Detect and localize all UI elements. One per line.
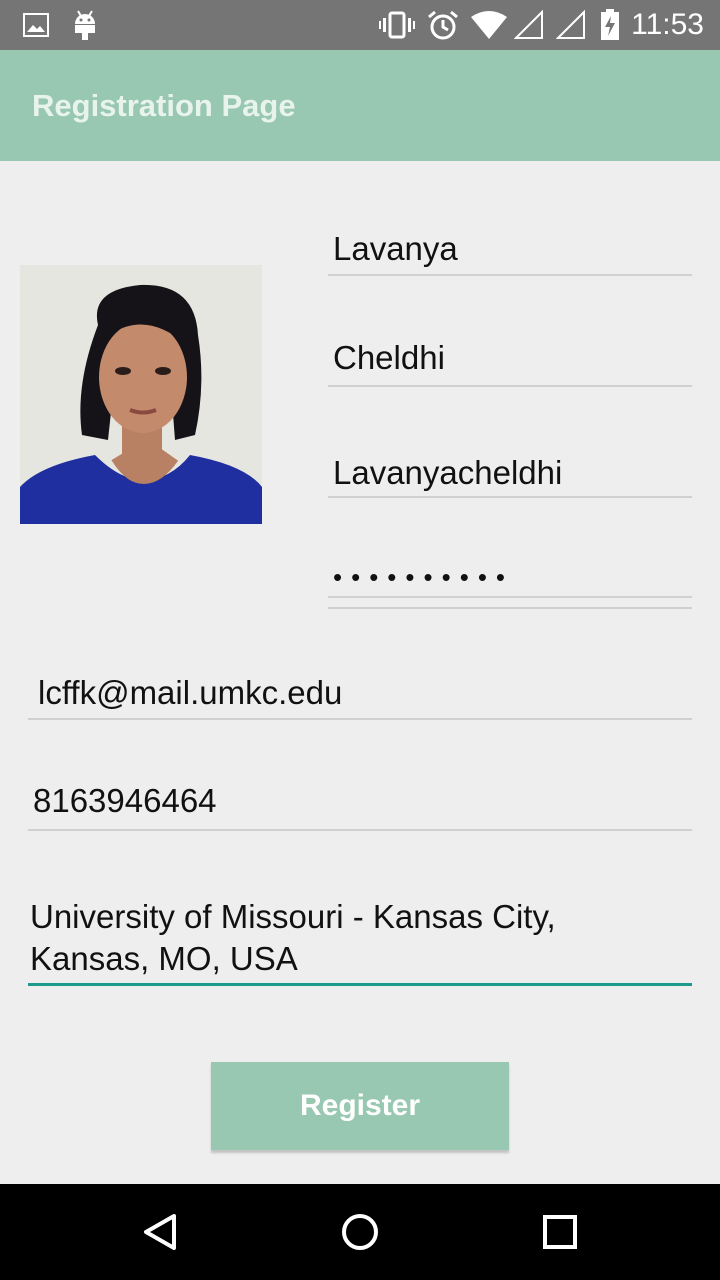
back-icon[interactable] xyxy=(110,1184,210,1280)
profile-photo[interactable] xyxy=(20,265,262,524)
email-field[interactable]: lcffk@mail.umkc.edu xyxy=(28,672,692,722)
last-name-value: Cheldhi xyxy=(333,339,445,376)
home-icon[interactable] xyxy=(310,1184,410,1280)
last-name-field[interactable]: Cheldhi xyxy=(328,337,692,389)
phone-underline xyxy=(28,829,692,831)
address-underline xyxy=(28,983,692,986)
address-value: University of Missouri - Kansas City, Ka… xyxy=(30,898,556,977)
signal-icon xyxy=(512,0,546,50)
first-name-value: Lavanya xyxy=(333,230,458,267)
phone-field[interactable]: 8163946464 xyxy=(28,780,692,834)
password-underline-secondary xyxy=(328,607,692,609)
wifi-icon xyxy=(470,0,508,50)
battery-charging-icon xyxy=(598,0,622,50)
username-value: Lavanyacheldhi xyxy=(333,454,563,491)
recents-icon[interactable] xyxy=(510,1184,610,1280)
first-name-field[interactable]: Lavanya xyxy=(328,230,692,278)
alarm-icon xyxy=(426,0,460,50)
address-field[interactable]: University of Missouri - Kansas City, Ka… xyxy=(28,896,692,988)
email-value: lcffk@mail.umkc.edu xyxy=(38,674,343,711)
username-field[interactable]: Lavanyacheldhi xyxy=(328,454,692,500)
password-value: •••••••••• xyxy=(333,562,515,592)
last-name-underline xyxy=(328,385,692,387)
username-underline xyxy=(328,496,692,498)
image-icon xyxy=(22,0,50,50)
email-underline xyxy=(28,718,692,720)
status-time: 11:53 xyxy=(631,8,704,41)
app-bar: Registration Page xyxy=(0,50,720,161)
signal-icon xyxy=(554,0,588,50)
vibrate-icon xyxy=(378,0,416,50)
page-title: Registration Page xyxy=(32,88,296,123)
first-name-underline xyxy=(328,274,692,276)
phone-value: 8163946464 xyxy=(33,782,217,819)
password-field[interactable]: •••••••••• xyxy=(328,562,692,612)
password-underline xyxy=(328,596,692,598)
status-bar: 11:53 xyxy=(0,0,720,50)
register-button[interactable]: Register xyxy=(211,1062,509,1150)
android-icon xyxy=(70,0,100,50)
navigation-bar xyxy=(0,1184,720,1280)
